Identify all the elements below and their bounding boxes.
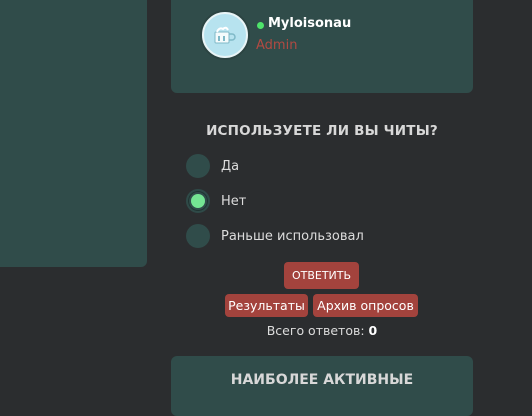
results-button[interactable]: Результаты <box>225 294 308 317</box>
radio-button-selected[interactable] <box>186 189 210 213</box>
poll-option-label: Да <box>221 158 240 174</box>
avatar[interactable] <box>202 12 248 58</box>
poll-option-yes[interactable]: Да <box>186 154 239 178</box>
total-answers-label: Всего ответов: <box>266 323 365 338</box>
total-answers-count: 0 <box>368 323 378 338</box>
poll-option-label: Нет <box>221 193 247 209</box>
poll-option-no[interactable]: Нет <box>186 189 246 213</box>
total-answers: Всего ответов: 0 <box>171 323 473 338</box>
vote-button[interactable]: ОТВЕТИТЬ <box>284 262 359 289</box>
poll-option-used-before[interactable]: Раньше использовал <box>186 224 364 248</box>
avatar-icon <box>214 26 236 44</box>
left-panel <box>0 0 147 267</box>
radio-button[interactable] <box>186 154 210 178</box>
most-active-title: НАИБОЛЕЕ АКТИВНЫЕ <box>230 372 414 388</box>
poll-option-label: Раньше использовал <box>221 228 364 244</box>
user-role: Admin <box>256 38 298 53</box>
radio-selected-dot <box>191 194 205 208</box>
online-status-dot <box>257 22 264 29</box>
poll-archive-button[interactable]: Архив опросов <box>313 294 418 317</box>
radio-button[interactable] <box>186 224 210 248</box>
poll-title: ИСПОЛЬЗУЕТЕ ЛИ ВЫ ЧИТЫ? <box>206 123 438 139</box>
username[interactable]: Myloisonau <box>268 16 351 31</box>
most-active-card: НАИБОЛЕЕ АКТИВНЫЕ <box>171 356 473 416</box>
